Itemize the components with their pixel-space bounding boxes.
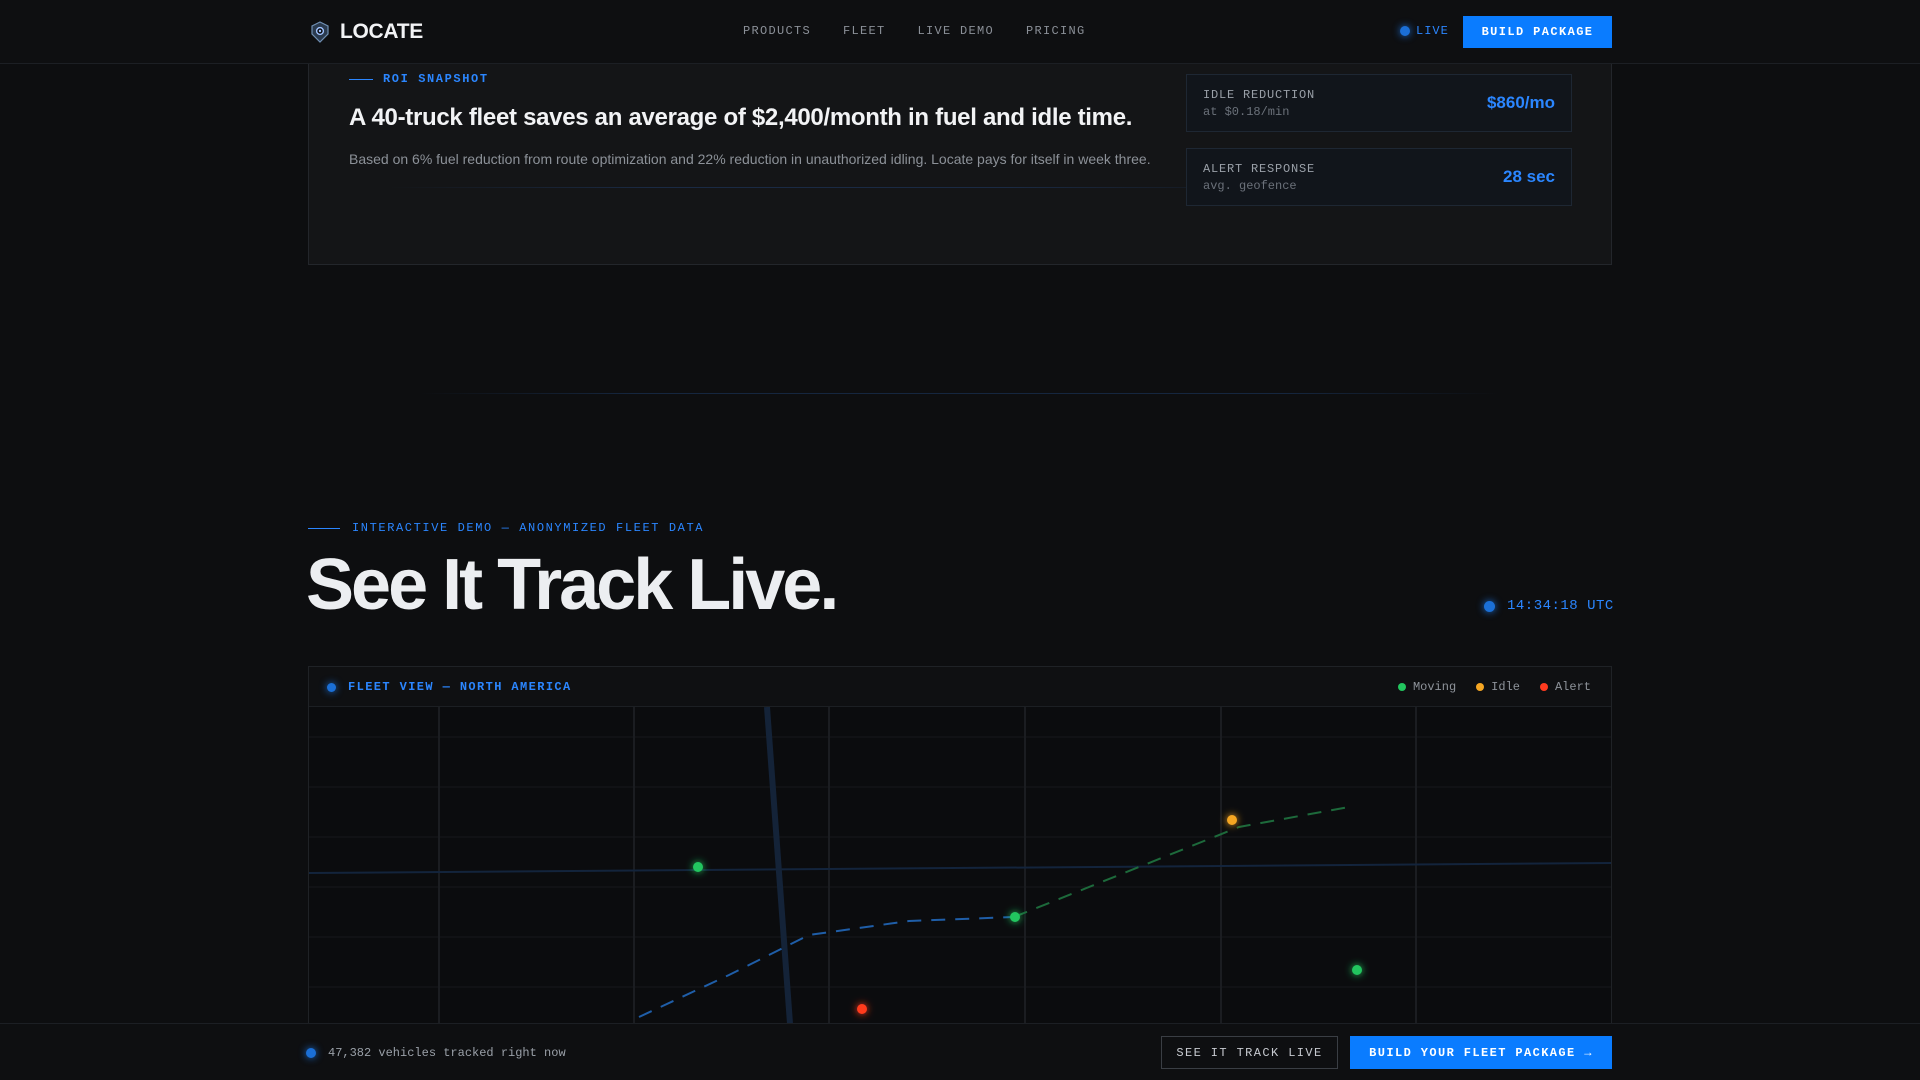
stat-card-idle-reduction: IDLE REDUCTION at $0.18/min $860/mo xyxy=(1186,74,1572,132)
roi-body: Based on 6% fuel reduction from route op… xyxy=(349,151,1151,167)
clock-text: 14:34:18 UTC xyxy=(1507,598,1614,614)
roi-tag: ROI SNAPSHOT xyxy=(349,72,489,86)
legend-label: Idle xyxy=(1491,680,1520,694)
nav-pricing[interactable]: PRICING xyxy=(1026,24,1086,38)
map-header: FLEET VIEW — NORTH AMERICA Moving Idle A… xyxy=(309,667,1611,707)
counter-dot-icon xyxy=(306,1048,316,1058)
demo-title: See It Track Live. xyxy=(306,545,839,625)
stat-card-alert-response: ALERT RESPONSE avg. geofence 28 sec xyxy=(1186,148,1572,206)
nav-fleet[interactable]: FLEET xyxy=(843,24,886,38)
stat-value: $860/mo xyxy=(1486,93,1555,112)
roi-snapshot-card: ROI SNAPSHOT A 40-truck fleet saves an a… xyxy=(308,40,1612,265)
tag-line-decoration xyxy=(349,78,373,80)
stat-value: 28 sec xyxy=(1503,167,1555,186)
locate-logo-icon xyxy=(311,21,329,43)
stat-sub: avg. geofence xyxy=(1203,179,1297,193)
stat-sub: at $0.18/min xyxy=(1203,105,1290,119)
clock-dot-icon xyxy=(1484,600,1495,612)
map-title-text: FLEET VIEW — NORTH AMERICA xyxy=(348,680,572,694)
roi-tag-text: ROI SNAPSHOT xyxy=(383,72,489,86)
stat-label: ALERT RESPONSE xyxy=(1203,162,1316,176)
live-label: LIVE xyxy=(1416,24,1449,38)
brand-logo[interactable]: LOCATE xyxy=(308,20,423,44)
fleet-map-card: FLEET VIEW — NORTH AMERICA Moving Idle A… xyxy=(308,666,1612,1066)
sticky-cta-bar: 47,382 vehicles tracked right now SEE IT… xyxy=(0,1023,1920,1080)
moving-dot-icon xyxy=(1397,683,1406,691)
legend-label: Alert xyxy=(1554,680,1591,694)
roi-divider xyxy=(389,187,1269,188)
vehicle-moving-marker[interactable] xyxy=(1010,912,1020,922)
brand-name: LOCATE xyxy=(340,20,423,43)
legend-idle: Idle xyxy=(1476,680,1520,694)
map-grid-major xyxy=(438,707,1417,1065)
highway-line xyxy=(764,707,796,1065)
build-fleet-package-button[interactable]: BUILD YOUR FLEET PACKAGE → xyxy=(1350,1036,1612,1069)
demo-tag-text: INTERACTIVE DEMO — ANONYMIZED FLEET DATA xyxy=(352,521,705,535)
see-it-track-live-button[interactable]: SEE IT TRACK LIVE xyxy=(1161,1036,1338,1069)
map-title: FLEET VIEW — NORTH AMERICA xyxy=(327,680,572,694)
section-divider xyxy=(420,393,1500,394)
map-legend: Moving Idle Alert xyxy=(1397,680,1591,694)
vehicle-moving-marker[interactable] xyxy=(693,862,703,872)
top-nav-bar: LOCATE PRODUCTS FLEET LIVE DEMO PRICING … xyxy=(0,0,1920,64)
vehicle-idle-marker[interactable] xyxy=(1227,815,1237,825)
nav-live-demo[interactable]: LIVE DEMO xyxy=(918,24,995,38)
nav-products[interactable]: PRODUCTS xyxy=(743,24,811,38)
main-nav: PRODUCTS FLEET LIVE DEMO PRICING xyxy=(743,24,1086,38)
live-indicator: LIVE xyxy=(1400,24,1449,38)
idle-dot-icon xyxy=(1476,683,1485,691)
legend-label: Moving xyxy=(1412,680,1457,694)
roi-headline: A 40-truck fleet saves an average of $2,… xyxy=(349,104,1133,131)
route-path xyxy=(638,916,1015,1018)
legend-moving: Moving xyxy=(1397,680,1457,694)
map-live-dot-icon xyxy=(327,682,336,692)
fleet-map[interactable] xyxy=(309,707,1611,1065)
stat-label: IDLE REDUCTION xyxy=(1203,88,1316,102)
build-package-button[interactable]: BUILD PACKAGE xyxy=(1463,16,1612,48)
route-path xyxy=(1013,806,1350,918)
vehicle-count-text: 47,382 vehicles tracked right now xyxy=(328,1046,566,1060)
vehicle-alert-marker[interactable] xyxy=(857,1004,867,1014)
tag-line-decoration xyxy=(308,527,340,529)
live-dot-icon xyxy=(1400,26,1410,36)
vehicle-moving-marker[interactable] xyxy=(1352,965,1362,975)
legend-alert: Alert xyxy=(1539,680,1591,694)
alert-dot-icon xyxy=(1539,683,1548,691)
utc-clock: 14:34:18 UTC xyxy=(1484,598,1614,614)
vehicle-counter: 47,382 vehicles tracked right now xyxy=(306,1046,566,1060)
demo-tag: INTERACTIVE DEMO — ANONYMIZED FLEET DATA xyxy=(308,521,704,535)
